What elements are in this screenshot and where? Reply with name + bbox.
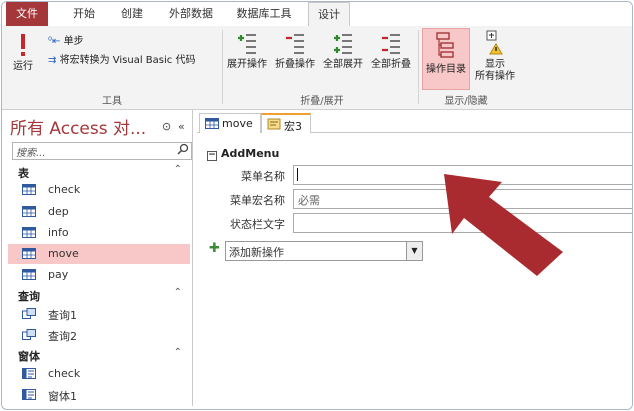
annotation-arrow [444,174,563,276]
access-window: 文件 开始 创建 外部数据 数据库工具 设计 运行 ⁰⇤ 单步 ⇉ 将宏转换为 … [1,1,633,410]
